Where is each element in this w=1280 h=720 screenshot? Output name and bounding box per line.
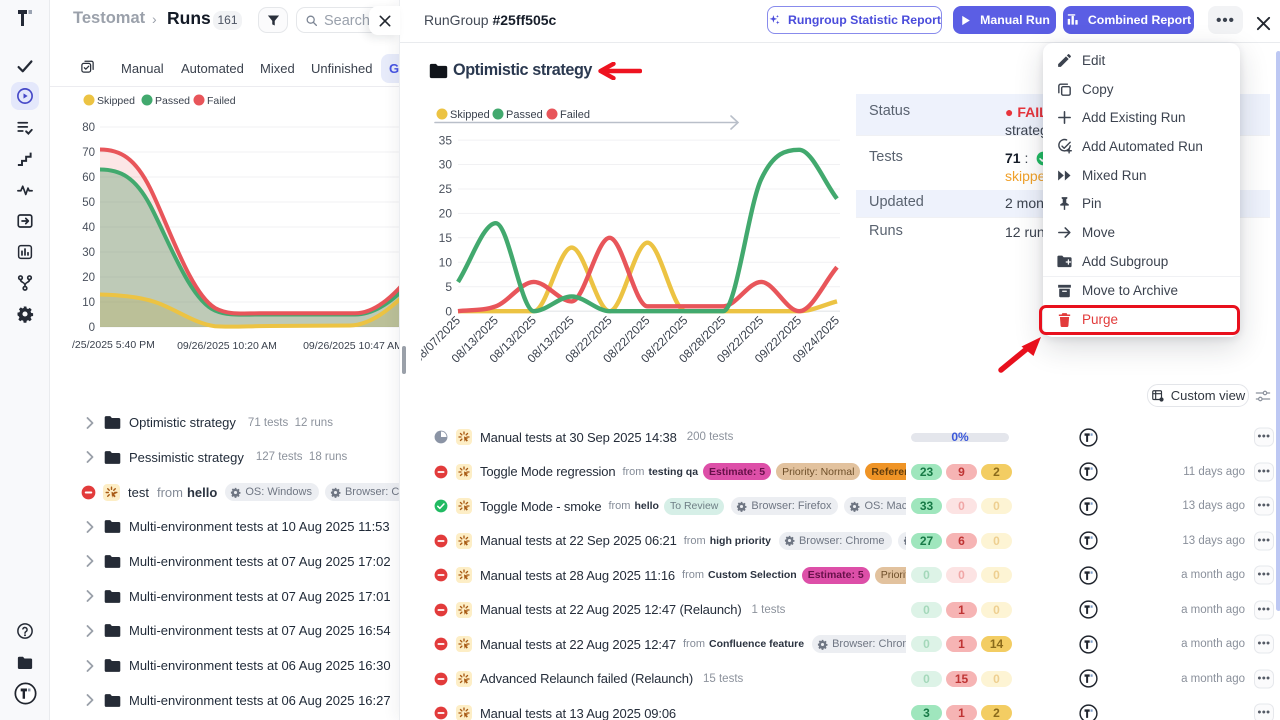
svg-text:20: 20 (439, 207, 453, 221)
svg-text:Skipped: Skipped (450, 109, 490, 121)
svg-text:Passed: Passed (506, 109, 543, 121)
svg-text:09/26/2025 10:47 AM: 09/26/2025 10:47 AM (303, 340, 399, 352)
svg-text:09/26/2025 10:20 AM: 09/26/2025 10:20 AM (177, 340, 277, 352)
svg-text:Failed: Failed (207, 95, 236, 107)
svg-text:Failed: Failed (560, 109, 590, 121)
svg-text:Skipped: Skipped (97, 95, 135, 107)
svg-text:15: 15 (439, 231, 453, 245)
svg-text:0: 0 (89, 322, 95, 334)
svg-text:Passed: Passed (155, 95, 190, 107)
svg-text:/25/2025 5:40 PM: /25/2025 5:40 PM (72, 339, 155, 351)
svg-text:5: 5 (445, 280, 452, 294)
svg-text:40: 40 (82, 222, 95, 234)
svg-text:70: 70 (82, 147, 95, 159)
svg-text:20: 20 (82, 272, 95, 284)
svg-text:35: 35 (439, 133, 453, 147)
svg-text:80: 80 (82, 122, 95, 134)
svg-text:10: 10 (439, 256, 453, 270)
svg-text:25: 25 (439, 182, 453, 196)
svg-text:30: 30 (439, 158, 453, 172)
svg-text:60: 60 (82, 172, 95, 184)
svg-text:30: 30 (82, 247, 95, 259)
svg-text:10: 10 (82, 297, 95, 309)
svg-text:50: 50 (82, 197, 95, 209)
